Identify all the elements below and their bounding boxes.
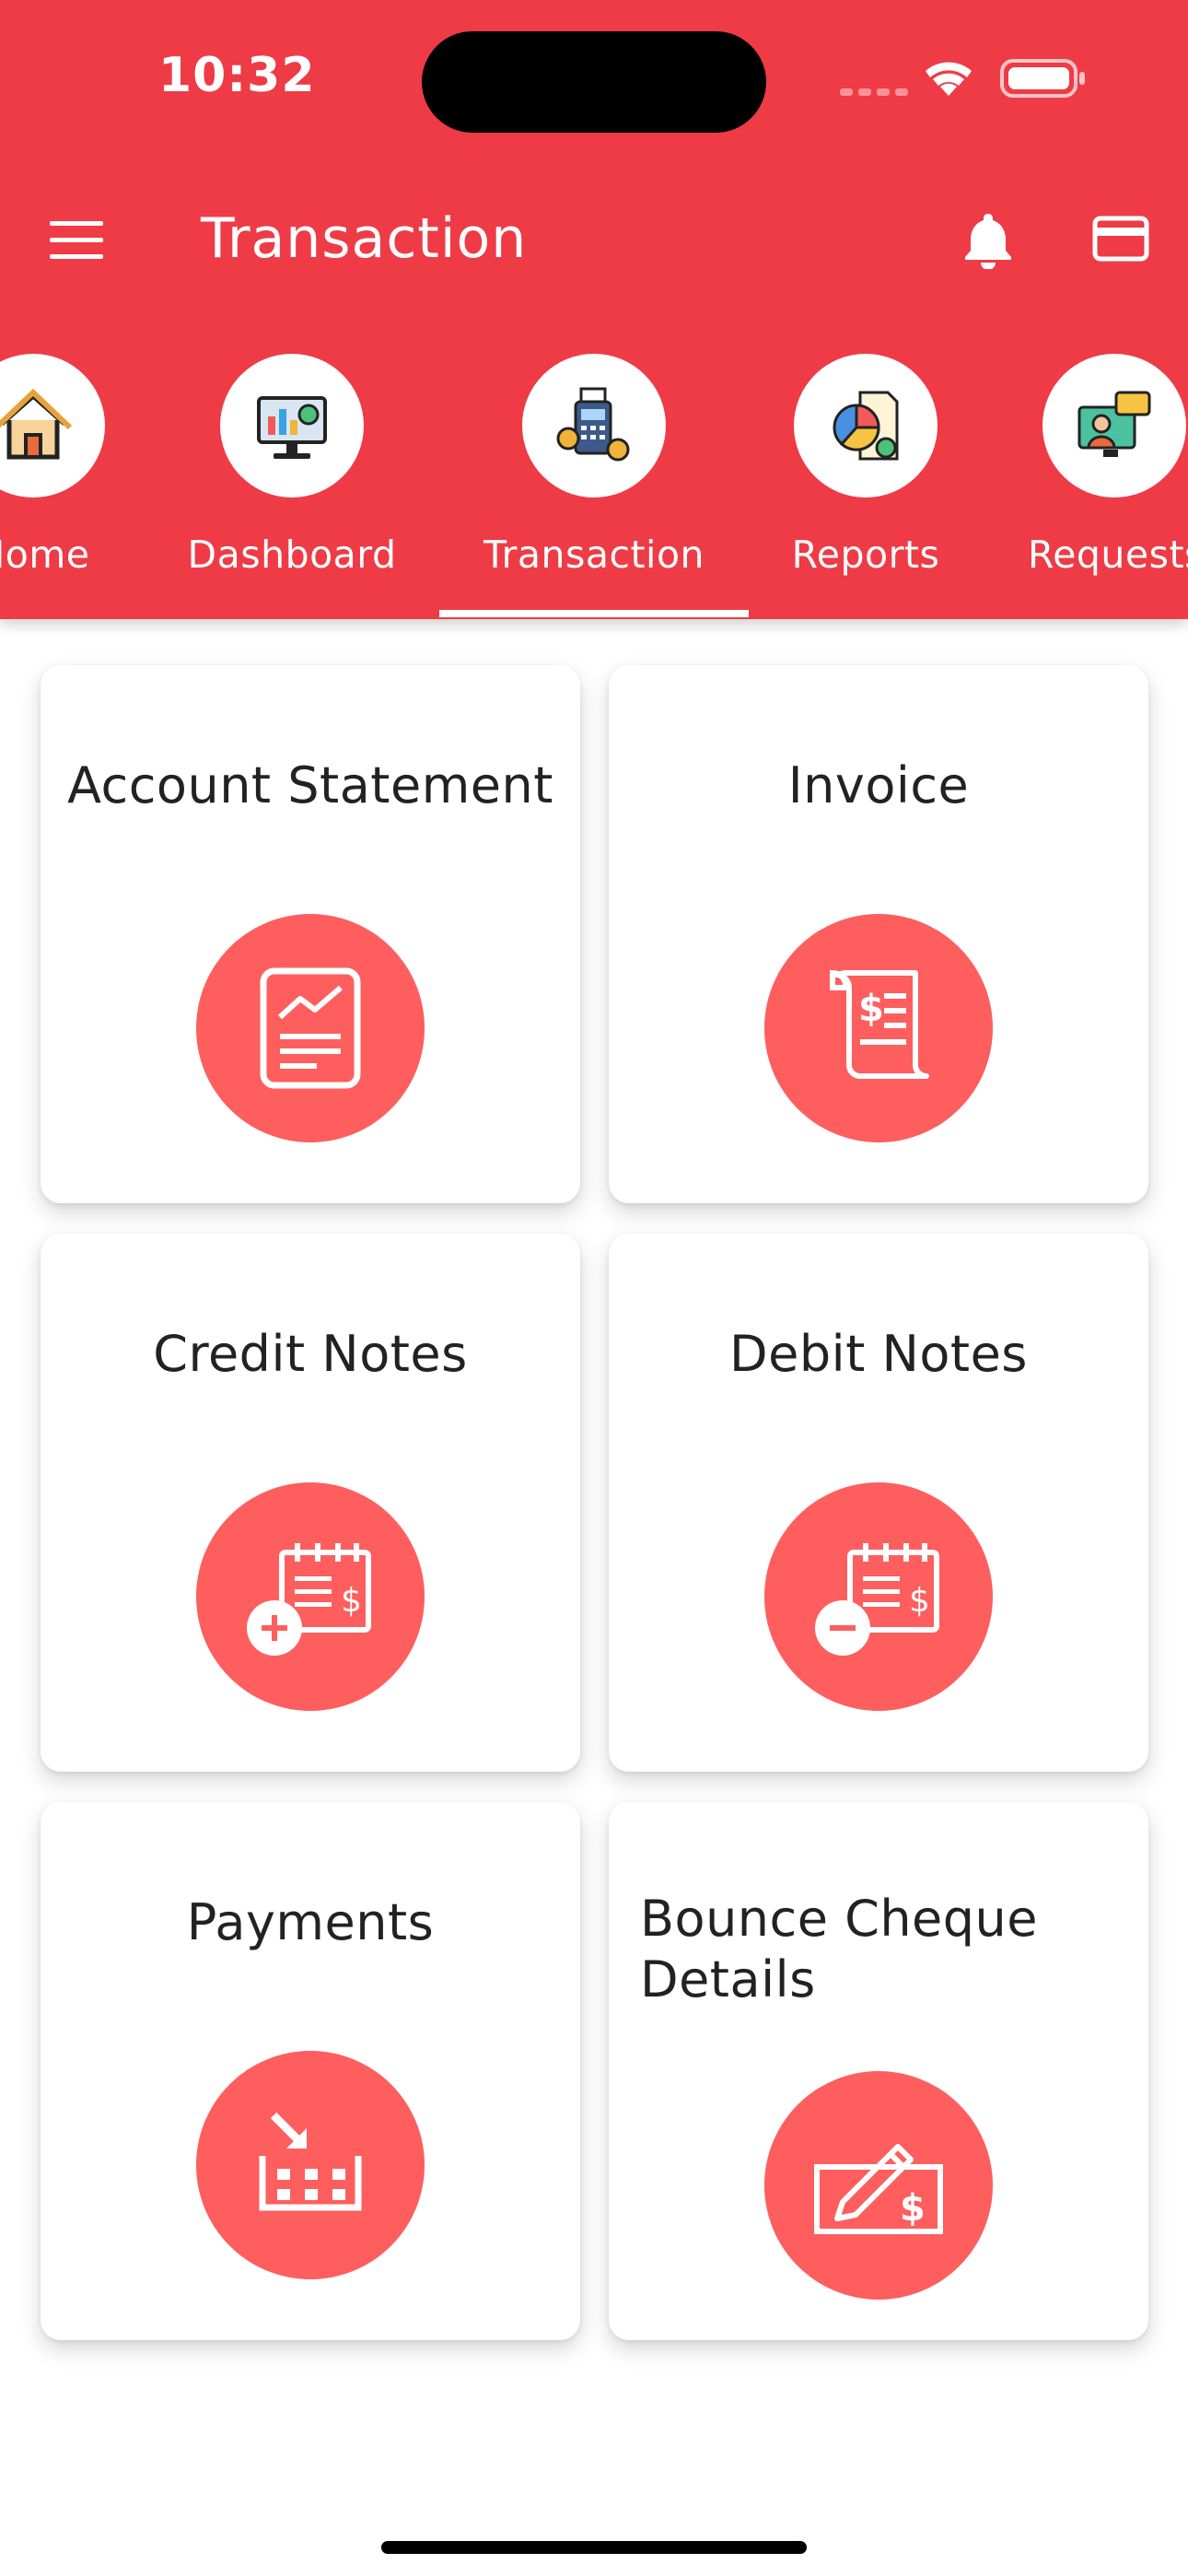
card-icon-circle [196,2051,425,2279]
statement-chart-icon [260,967,361,1089]
tab-requests[interactable]: Requests [976,350,1188,619]
svg-text:$: $ [341,1582,362,1620]
card-title: Invoice [787,756,970,814]
tab-icon-circle [522,354,666,498]
card-credit-notes[interactable]: Credit Notes $ [41,1234,580,1772]
credit-card-icon[interactable] [1092,216,1149,262]
signal-icon [840,88,908,96]
app-header: 10:32 Transaction ome Dashboard Transact… [0,0,1188,619]
tab-icon-circle [220,354,364,498]
tab-label: Dashboard [187,533,397,577]
card-title: Debit Notes [729,1325,1028,1383]
credit-note-icon: $ [247,1543,371,1656]
dashboard-monitor-icon [257,396,327,459]
dynamic-island [422,31,766,133]
card-bounce-cheque-details[interactable]: Bounce Cheque Details $ [609,1802,1148,2340]
active-tab-indicator [439,610,749,617]
battery-icon [1000,59,1085,98]
tab-icon-circle [0,354,105,498]
card-icon-circle [196,914,425,1142]
card-account-statement[interactable]: Account Statement [41,665,580,1203]
svg-text:$: $ [909,1582,930,1620]
payment-terminal-icon [556,387,630,462]
tab-dashboard[interactable]: Dashboard [154,350,430,619]
house-icon [0,388,73,460]
status-icons [840,59,1085,98]
tab-label: Transaction [483,533,705,577]
bell-icon[interactable] [961,210,1015,269]
card-icon-circle: $ [196,1482,425,1711]
card-invoice[interactable]: Invoice $ [609,665,1148,1203]
home-indicator[interactable] [381,2541,807,2554]
card-icon-circle: $ [764,2071,993,2300]
support-request-icon [1077,391,1151,457]
svg-text:$: $ [900,2187,926,2230]
wifi-icon [926,62,972,96]
tab-label: Reports [791,533,940,577]
cheque-icon: $ [814,2144,943,2234]
status-time: 10:32 [158,48,316,103]
tab-home[interactable]: Home [0,350,171,619]
top-tab-bar: Home Dashboard [0,350,1188,619]
card-payments[interactable]: Payments [41,1802,580,2340]
card-title: Bounce Cheque Details [640,1890,1038,2008]
tab-reports[interactable]: Reports [728,350,1004,619]
tab-label: Requests [1028,533,1188,577]
card-title: Payments [186,1893,435,1951]
svg-text:$: $ [858,988,884,1030]
card-debit-notes[interactable]: Debit Notes $ [609,1234,1148,1772]
card-icon-circle: $ [764,914,993,1142]
pie-chart-report-icon [833,391,899,461]
card-title: Account Statement [67,756,553,814]
tab-icon-circle [794,354,938,498]
card-icon-circle: $ [764,1482,993,1711]
tab-icon-circle [1042,354,1186,498]
payment-receive-icon [259,2112,362,2211]
tab-label: Home [0,533,90,577]
tab-transaction[interactable]: Transaction [456,350,732,619]
debit-note-icon: $ [815,1543,939,1656]
invoice-scroll-icon: $ [830,969,929,1079]
hamburger-menu-icon[interactable] [50,219,103,262]
page-title: Transaction [201,206,528,271]
card-title: Credit Notes [153,1325,468,1383]
